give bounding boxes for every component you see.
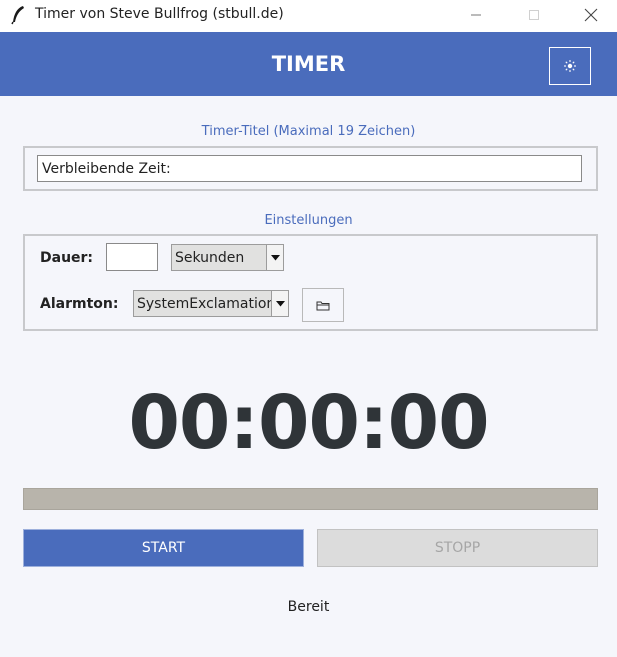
- maximize-button[interactable]: [506, 0, 562, 30]
- maximize-icon: [529, 10, 539, 20]
- feather-icon: [10, 5, 26, 25]
- duration-input[interactable]: [106, 243, 158, 271]
- sun-icon: [564, 60, 576, 72]
- duration-label: Dauer:: [40, 250, 94, 266]
- unit-select-value: Sekunden: [175, 249, 245, 266]
- minimize-button[interactable]: [448, 0, 504, 30]
- browse-sound-button[interactable]: [302, 288, 344, 322]
- folder-icon: [316, 301, 330, 310]
- status-text: Bereit: [287, 599, 330, 615]
- close-button[interactable]: [563, 0, 617, 30]
- chevron-down-icon: [271, 291, 288, 316]
- chevron-down-icon: [266, 245, 283, 270]
- alarm-select[interactable]: SystemExclamation: [133, 290, 289, 317]
- close-icon: [584, 8, 598, 22]
- timer-title-input[interactable]: [37, 155, 582, 182]
- app-header: TIMER: [0, 32, 617, 96]
- stop-button[interactable]: STOPP: [317, 529, 598, 567]
- window-title: Timer von Steve Bullfrog (stbull.de): [35, 6, 284, 22]
- progress-bar: [23, 488, 598, 510]
- timer-title-label: Timer-Titel (Maximal 19 Zeichen): [201, 124, 416, 139]
- window-titlebar: Timer von Steve Bullfrog (stbull.de): [0, 0, 617, 32]
- start-button[interactable]: START: [23, 529, 304, 567]
- minimize-icon: [471, 14, 481, 16]
- alarm-label: Alarmton:: [40, 296, 119, 312]
- unit-select[interactable]: Sekunden: [171, 244, 284, 271]
- time-display: 00:00:00: [128, 380, 489, 466]
- settings-label: Einstellungen: [264, 213, 353, 228]
- header-title: TIMER: [271, 52, 346, 76]
- alarm-select-value: SystemExclamation: [137, 295, 271, 312]
- theme-toggle-button[interactable]: [549, 47, 591, 85]
